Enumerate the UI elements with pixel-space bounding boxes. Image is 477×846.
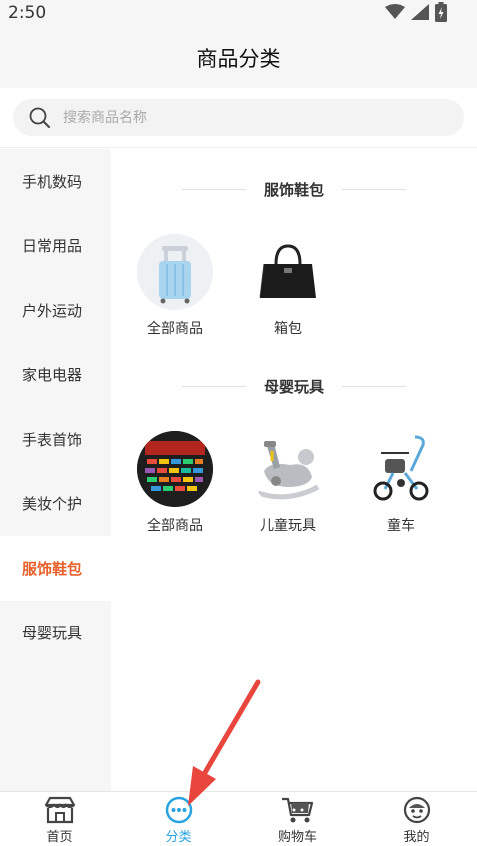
section-header: 服饰鞋包	[111, 179, 477, 200]
subcategory-label: 全部商品	[147, 321, 203, 337]
sidebar-item-label: 日常用品	[22, 237, 83, 256]
tricycle-thumbnail	[363, 431, 439, 507]
handbag-thumbnail	[250, 234, 326, 310]
tab-label: 购物车	[277, 830, 317, 845]
tab-label: 我的	[403, 830, 430, 845]
sidebar-item-beauty-care[interactable]: 美妆个护	[0, 472, 111, 537]
battery-icon	[435, 2, 447, 22]
subcategory-label: 全部商品	[147, 518, 203, 534]
category-dots-icon	[165, 796, 192, 824]
search-bar	[0, 88, 477, 148]
sidebar-item-label: 手机数码	[22, 172, 83, 191]
subcategory-item[interactable]: 全部商品	[119, 234, 231, 338]
category-sidebar: 手机数码 日常用品 户外运动 家电电器 手表首饰 美妆个护 服饰鞋包 母婴玩具	[0, 149, 111, 791]
sidebar-item-watches-jewelry[interactable]: 手表首饰	[0, 407, 111, 472]
toy-cars-image	[137, 431, 213, 507]
category-content: 服饰鞋包 全部商品 箱包 母婴玩具 全部商品 儿童玩具 童车	[111, 149, 477, 791]
wifi-icon	[385, 4, 405, 19]
store-icon	[44, 796, 75, 824]
sidebar-item-outdoor-sports[interactable]: 户外运动	[0, 278, 111, 343]
subcategory-item[interactable]: 全部商品	[119, 431, 231, 535]
tricycle-image	[373, 435, 429, 501]
bottom-tab-bar: 首页 分类 购物车 我的	[0, 791, 477, 846]
profile-face-icon	[403, 796, 430, 824]
divider	[342, 386, 406, 387]
cart-icon	[281, 797, 313, 823]
divider	[181, 189, 246, 190]
tab-profile[interactable]: 我的	[357, 792, 476, 846]
sidebar-item-label: 母婴玩具	[22, 624, 83, 643]
tab-cart[interactable]: 购物车	[238, 792, 357, 846]
tab-home[interactable]: 首页	[0, 792, 119, 846]
tab-category[interactable]: 分类	[119, 792, 238, 846]
sidebar-item-label: 手表首饰	[22, 430, 83, 449]
handbag-image	[259, 244, 316, 299]
sidebar-item-clothing-shoes-bags[interactable]: 服饰鞋包	[0, 536, 111, 601]
suitcase-image	[137, 234, 213, 310]
sidebar-item-label: 户外运动	[22, 301, 83, 320]
subcategory-label: 童车	[387, 518, 415, 534]
divider	[342, 189, 406, 190]
search-input[interactable]	[63, 99, 443, 136]
sidebar-item-label: 美妆个护	[22, 495, 83, 514]
sidebar-item-daily-goods[interactable]: 日常用品	[0, 214, 111, 279]
rocking-horse-image	[257, 441, 320, 500]
sidebar-item-label: 家电电器	[22, 366, 83, 385]
sidebar-item-baby-toys[interactable]: 母婴玩具	[0, 601, 111, 666]
section-header: 母婴玩具	[111, 376, 477, 397]
tab-label: 分类	[165, 830, 192, 845]
rocking-horse-thumbnail	[250, 431, 326, 507]
subcategory-label: 儿童玩具	[260, 518, 316, 534]
toy-cars-thumbnail	[137, 431, 213, 507]
subcategory-item[interactable]: 儿童玩具	[232, 431, 344, 535]
divider	[181, 386, 246, 387]
search-box[interactable]	[13, 99, 464, 136]
status-bar: 2:50	[0, 0, 477, 28]
search-icon	[29, 107, 50, 128]
section-title: 母婴玩具	[263, 378, 324, 396]
subcategory-label: 箱包	[274, 321, 302, 337]
subcategory-item[interactable]: 童车	[345, 431, 457, 535]
tab-label: 首页	[46, 830, 73, 845]
section-title: 服饰鞋包	[263, 181, 324, 199]
suitcase-thumbnail	[137, 234, 213, 310]
header: 商品分类	[0, 28, 477, 88]
subcategory-item[interactable]: 箱包	[232, 234, 344, 338]
signal-icon	[411, 4, 429, 20]
status-icons	[385, 2, 447, 22]
status-time: 2:50	[8, 3, 47, 23]
sidebar-item-appliances[interactable]: 家电电器	[0, 343, 111, 408]
sidebar-item-phones-digital[interactable]: 手机数码	[0, 149, 111, 214]
sidebar-item-label: 服饰鞋包	[22, 559, 83, 578]
page-title: 商品分类	[196, 47, 281, 71]
